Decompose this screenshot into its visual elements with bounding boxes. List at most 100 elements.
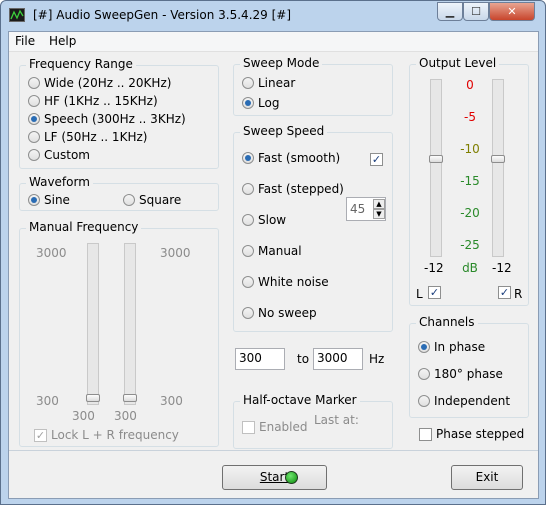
sweep-speed-slow[interactable]: Slow xyxy=(242,213,286,227)
right-channel-checkbox[interactable]: ✓ xyxy=(498,286,515,299)
sweep-from-input[interactable]: 300 xyxy=(235,348,285,370)
channel-180-phase[interactable]: 180° phase xyxy=(418,367,503,381)
sweep-speed-white-noise[interactable]: White noise xyxy=(242,275,329,289)
lock-lr-checkbox[interactable]: ✓ Lock L + R frequency xyxy=(34,428,179,442)
exit-button[interactable]: Exit xyxy=(451,465,523,490)
menu-help[interactable]: Help xyxy=(49,34,76,48)
frequency-range-title: Frequency Range xyxy=(26,57,136,71)
sweep-speed-fast-stepped[interactable]: Fast (stepped) xyxy=(242,182,344,196)
sweep-speed-label: Fast (smooth) xyxy=(258,151,341,165)
freq-option-lf[interactable]: LF (50Hz .. 1KHz) xyxy=(28,130,147,144)
sweep-speed-label: No sweep xyxy=(258,306,317,320)
radio-icon xyxy=(28,77,40,89)
left-level-thumb[interactable] xyxy=(429,155,443,163)
waveform-sine[interactable]: Sine xyxy=(28,193,70,207)
maximize-button[interactable]: ☐ xyxy=(463,2,489,21)
radio-icon xyxy=(28,149,40,161)
level-scale-0: 0 xyxy=(466,78,474,92)
checkbox-checked-icon: ✓ xyxy=(370,153,383,166)
radio-icon xyxy=(242,276,254,288)
status-led-icon xyxy=(285,471,298,484)
fast-smooth-checkbox[interactable]: ✓ xyxy=(370,153,387,166)
waveform-square[interactable]: Square xyxy=(123,193,181,207)
checkbox-unchecked-icon xyxy=(242,420,255,434)
waveform-sine-label: Sine xyxy=(44,193,70,207)
step-spinner[interactable]: 45 ▲ ▼ xyxy=(346,197,386,221)
sweep-mode-title: Sweep Mode xyxy=(240,56,323,70)
radio-icon xyxy=(242,245,254,257)
sweep-mode-log[interactable]: Log xyxy=(242,96,279,110)
checkbox-unchecked-icon xyxy=(419,427,432,441)
step-spinner-value: 45 xyxy=(350,202,366,216)
freq-option-label: LF (50Hz .. 1KHz) xyxy=(44,130,148,144)
checkbox-checked-icon: ✓ xyxy=(428,286,441,299)
right-slider-value: 300 xyxy=(114,409,137,423)
sweep-speed-label: Fast (stepped) xyxy=(258,182,344,196)
radio-icon xyxy=(418,395,430,407)
output-level-title: Output Level xyxy=(416,56,500,70)
sweep-speed-label: Slow xyxy=(258,213,287,227)
radio-selected-icon xyxy=(242,97,254,109)
menu-file[interactable]: File xyxy=(15,34,35,48)
sweep-to-input[interactable]: 3000 xyxy=(313,348,363,370)
title-bar[interactable]: [#] Audio SweepGen - Version 3.5.4.29 [#… xyxy=(1,1,545,31)
right-level-slider[interactable] xyxy=(492,79,504,257)
level-scale-15: -15 xyxy=(460,174,480,188)
freq-option-custom[interactable]: Custom xyxy=(28,148,90,162)
channel-independent[interactable]: Independent xyxy=(418,394,510,408)
level-scale-25: -25 xyxy=(460,238,480,252)
spinner-up-icon[interactable]: ▲ xyxy=(373,199,385,209)
close-button[interactable]: ✕ xyxy=(489,2,535,21)
left-channel-checkbox[interactable]: ✓ xyxy=(428,286,445,299)
freq-option-label: HF (1KHz .. 15KHz) xyxy=(44,94,158,108)
freq-option-label: Speech (300Hz .. 3KHz) xyxy=(44,112,186,126)
manual-frequency-title: Manual Frequency xyxy=(26,220,142,234)
sweep-speed-no-sweep[interactable]: No sweep xyxy=(242,306,317,320)
sweep-speed-fast-smooth[interactable]: Fast (smooth) xyxy=(242,151,340,165)
sweep-speed-manual[interactable]: Manual xyxy=(242,244,302,258)
menu-bar: File Help xyxy=(9,32,538,52)
sweep-speed-title: Sweep Speed xyxy=(240,124,328,138)
radio-selected-icon xyxy=(28,113,40,125)
bottom-divider xyxy=(9,450,538,451)
radio-icon xyxy=(123,194,135,206)
freq-option-hf[interactable]: HF (1KHz .. 15KHz) xyxy=(28,94,158,108)
lock-lr-label: Lock L + R frequency xyxy=(51,428,179,442)
output-level-group: Output Level 0 -5 -10 -15 -20 -25 -12 dB… xyxy=(409,56,529,306)
channel-option-label: In phase xyxy=(434,340,486,354)
left-channel-label: L xyxy=(416,287,423,301)
left-slider-value: 300 xyxy=(72,409,95,423)
left-frequency-thumb[interactable] xyxy=(86,394,100,402)
left-min-label: 300 xyxy=(36,394,59,408)
channel-in-phase[interactable]: In phase xyxy=(418,340,485,354)
radio-icon xyxy=(418,368,430,380)
left-level-slider[interactable] xyxy=(430,79,442,257)
radio-icon xyxy=(28,95,40,107)
left-frequency-slider[interactable] xyxy=(87,243,99,405)
freq-option-speech[interactable]: Speech (300Hz .. 3KHz) xyxy=(28,112,186,126)
app-window: [#] Audio SweepGen - Version 3.5.4.29 [#… xyxy=(0,0,546,505)
radio-selected-icon xyxy=(28,194,40,206)
radio-icon xyxy=(28,131,40,143)
spinner-down-icon[interactable]: ▼ xyxy=(373,209,385,219)
sweep-mode-linear[interactable]: Linear xyxy=(242,76,295,90)
phase-stepped-label: Phase stepped xyxy=(436,427,525,441)
minimize-button[interactable]: ▁ xyxy=(437,2,463,21)
start-button[interactable]: Start xyxy=(222,465,327,490)
manual-frequency-group: Manual Frequency 3000 300 3000 300 300 3… xyxy=(19,220,219,447)
sweep-mode-linear-label: Linear xyxy=(258,76,296,90)
radio-icon xyxy=(242,214,254,226)
right-level-thumb[interactable] xyxy=(491,155,505,163)
right-frequency-slider[interactable] xyxy=(124,243,136,405)
freq-option-label: Custom xyxy=(44,148,90,162)
freq-option-wide[interactable]: Wide (20Hz .. 20KHz) xyxy=(28,76,171,90)
half-octave-enabled-checkbox[interactable]: Enabled xyxy=(242,420,308,434)
left-level-value: -12 xyxy=(424,261,444,275)
left-max-label: 3000 xyxy=(36,246,67,260)
radio-selected-icon xyxy=(242,152,254,164)
channel-option-label: Independent xyxy=(434,394,511,408)
phase-stepped-checkbox[interactable]: Phase stepped xyxy=(419,427,524,441)
sweep-mode-group: Sweep Mode Linear Log xyxy=(233,56,393,116)
right-frequency-thumb[interactable] xyxy=(123,394,137,402)
window-title: [#] Audio SweepGen - Version 3.5.4.29 [#… xyxy=(33,8,292,22)
